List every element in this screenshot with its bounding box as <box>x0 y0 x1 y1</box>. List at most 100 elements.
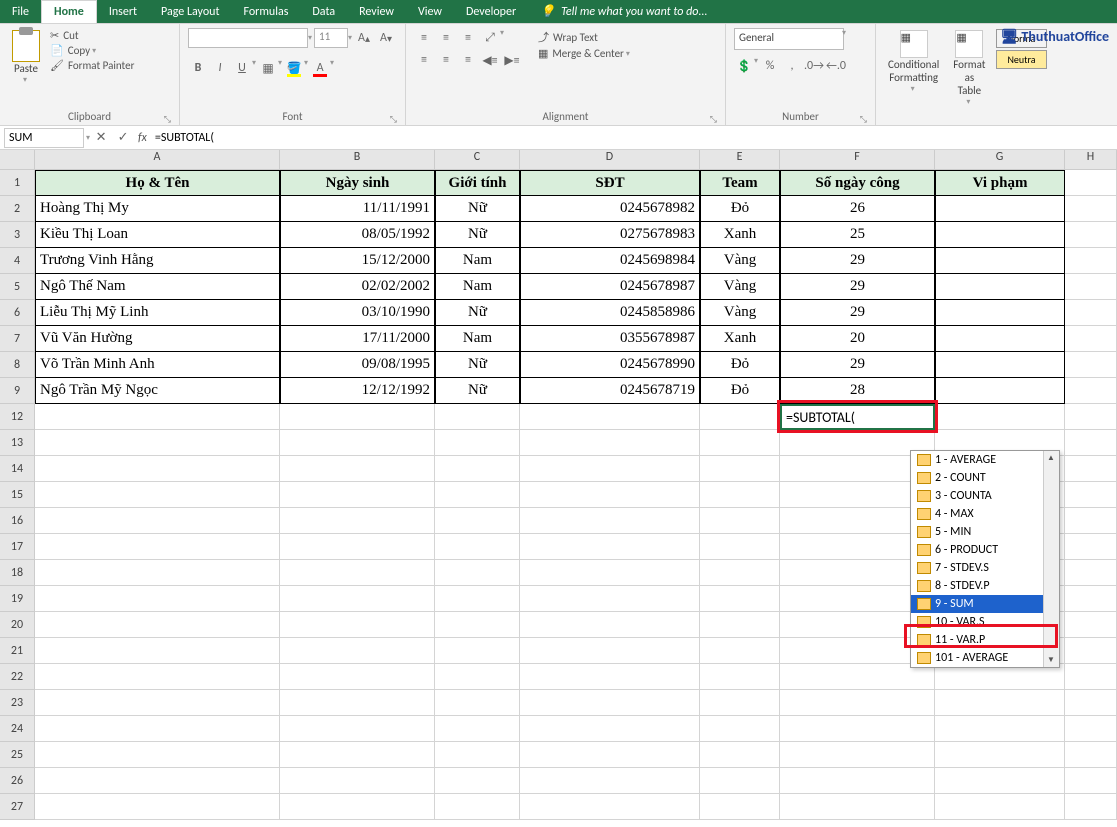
cell[interactable]: 15/12/2000 <box>280 248 435 274</box>
cell[interactable]: Xanh <box>700 222 780 248</box>
cell[interactable] <box>935 716 1065 742</box>
inc-decimal-button[interactable]: .0→ <box>804 56 824 76</box>
cell[interactable] <box>435 508 520 534</box>
cell[interactable] <box>35 690 280 716</box>
cell[interactable] <box>935 742 1065 768</box>
row-header[interactable]: 5 <box>0 274 35 300</box>
cell[interactable] <box>35 430 280 456</box>
cell[interactable] <box>35 716 280 742</box>
cell[interactable] <box>700 638 780 664</box>
cell[interactable] <box>1065 664 1117 690</box>
cell[interactable] <box>935 352 1065 378</box>
cell[interactable] <box>780 742 935 768</box>
cell[interactable] <box>435 534 520 560</box>
row-header[interactable]: 14 <box>0 456 35 482</box>
fx-icon[interactable]: fx <box>134 131 151 145</box>
cell[interactable]: Team <box>700 170 780 196</box>
cell[interactable]: Nam <box>435 326 520 352</box>
cell[interactable]: 0245678987 <box>520 274 700 300</box>
cell[interactable] <box>280 612 435 638</box>
select-all-corner[interactable] <box>0 150 35 170</box>
cell[interactable] <box>35 638 280 664</box>
cell[interactable] <box>280 742 435 768</box>
tab-page-layout[interactable]: Page Layout <box>149 1 231 23</box>
tab-data[interactable]: Data <box>300 1 347 23</box>
cell[interactable]: Hoàng Thị My <box>35 196 280 222</box>
currency-button[interactable]: 💲 <box>734 56 754 76</box>
fill-color-button[interactable]: 🪣 <box>284 58 304 78</box>
cell[interactable] <box>700 768 780 794</box>
cell[interactable]: 0245698984 <box>520 248 700 274</box>
col-header-E[interactable]: E <box>700 150 780 170</box>
cell[interactable] <box>435 404 520 430</box>
cell[interactable] <box>520 794 700 820</box>
cell[interactable] <box>780 794 935 820</box>
cell[interactable]: Xanh <box>700 326 780 352</box>
cell[interactable] <box>280 404 435 430</box>
row-header[interactable]: 1 <box>0 170 35 196</box>
cell[interactable] <box>435 612 520 638</box>
cell[interactable] <box>1065 248 1117 274</box>
function-suggest-list[interactable]: 1 - AVERAGE2 - COUNT3 - COUNTA4 - MAX5 -… <box>910 450 1060 668</box>
cell[interactable] <box>280 638 435 664</box>
italic-button[interactable]: I <box>210 58 230 78</box>
cell[interactable] <box>35 508 280 534</box>
cell[interactable] <box>1065 222 1117 248</box>
cell[interactable]: Vàng <box>700 274 780 300</box>
cell[interactable] <box>280 716 435 742</box>
cell[interactable] <box>35 482 280 508</box>
cell[interactable]: Nữ <box>435 196 520 222</box>
cell[interactable]: 29 <box>780 274 935 300</box>
cell[interactable] <box>1065 612 1117 638</box>
cell[interactable] <box>935 404 1065 430</box>
suggest-item[interactable]: 10 - VAR.S <box>911 613 1059 631</box>
suggest-item[interactable]: 8 - STDEV.P <box>911 577 1059 595</box>
enter-formula-button[interactable]: ✓ <box>112 130 134 145</box>
row-header[interactable]: 8 <box>0 352 35 378</box>
sheet-grid[interactable]: A B C D E F G H 1 Họ & Tên Ngày sinh Giớ… <box>0 150 1117 820</box>
merge-center-button[interactable]: ▦ Merge & Center ▾ <box>538 46 630 61</box>
cell[interactable] <box>280 768 435 794</box>
cancel-formula-button[interactable]: ✕ <box>90 130 112 145</box>
cell[interactable] <box>280 560 435 586</box>
cell[interactable] <box>35 742 280 768</box>
row-header[interactable]: 13 <box>0 430 35 456</box>
cell[interactable] <box>1065 456 1117 482</box>
cell[interactable] <box>435 690 520 716</box>
cell[interactable] <box>1065 326 1117 352</box>
cell[interactable] <box>935 768 1065 794</box>
cell[interactable] <box>435 430 520 456</box>
cell[interactable] <box>935 222 1065 248</box>
col-header-G[interactable]: G <box>935 150 1065 170</box>
cell[interactable]: Vàng <box>700 300 780 326</box>
cell[interactable] <box>435 482 520 508</box>
cell[interactable] <box>280 690 435 716</box>
copy-button[interactable]: 📄 Copy ▾ <box>50 43 134 58</box>
dec-font-button[interactable]: A▾ <box>376 28 396 48</box>
cell[interactable] <box>35 768 280 794</box>
cell[interactable] <box>1065 742 1117 768</box>
cell[interactable] <box>520 690 700 716</box>
cell[interactable] <box>35 586 280 612</box>
dec-decimal-button[interactable]: ←.0 <box>826 56 846 76</box>
suggest-item[interactable]: 2 - COUNT <box>911 469 1059 487</box>
cell[interactable]: Đỏ <box>700 352 780 378</box>
cell[interactable] <box>35 612 280 638</box>
cell[interactable] <box>435 560 520 586</box>
cell[interactable] <box>435 768 520 794</box>
cell[interactable]: 17/11/2000 <box>280 326 435 352</box>
cell[interactable]: Kiều Thị Loan <box>35 222 280 248</box>
cell[interactable]: Đỏ <box>700 378 780 404</box>
cell[interactable] <box>435 638 520 664</box>
cell[interactable] <box>35 534 280 560</box>
cell[interactable] <box>780 716 935 742</box>
row-header[interactable]: 6 <box>0 300 35 326</box>
cell[interactable]: Số ngày công <box>780 170 935 196</box>
cell[interactable]: 25 <box>780 222 935 248</box>
align-middle-button[interactable]: ≡ <box>436 28 456 48</box>
col-header-D[interactable]: D <box>520 150 700 170</box>
suggest-item[interactable]: 5 - MIN <box>911 523 1059 541</box>
cell[interactable] <box>1065 352 1117 378</box>
cell[interactable] <box>700 742 780 768</box>
cell[interactable] <box>520 612 700 638</box>
